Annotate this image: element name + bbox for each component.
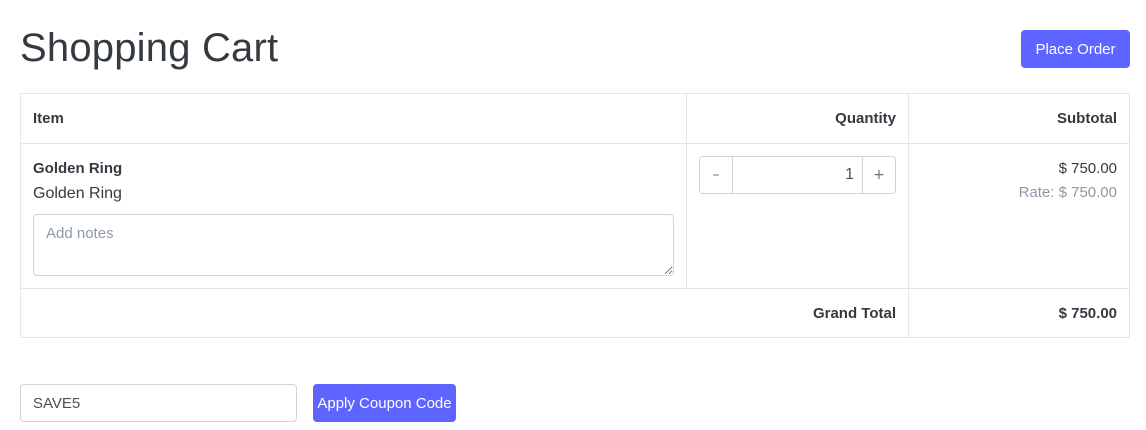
increment-button[interactable]: + [862, 157, 895, 193]
item-description: Golden Ring [33, 185, 122, 202]
cart-item-row: Golden Ring Golden Ring – + $ 750.00 Rat… [20, 143, 1130, 289]
place-order-button[interactable]: Place Order [1021, 30, 1130, 68]
item-notes-field[interactable] [33, 214, 674, 276]
quantity-stepper: – + [699, 156, 896, 194]
column-header-item: Item [20, 93, 687, 144]
cart-table: Item Quantity Subtotal Golden Ring Golde… [20, 93, 1130, 338]
item-title: Golden Ring [33, 160, 123, 177]
subtotal-cell: $ 750.00 Rate: $ 750.00 [908, 143, 1130, 289]
page-title: Shopping Cart [20, 26, 279, 70]
column-header-subtotal: Subtotal [908, 93, 1130, 144]
quantity-input[interactable] [733, 157, 862, 193]
grand-total-label: Grand Total [20, 288, 909, 338]
column-header-quantity: Quantity [686, 93, 909, 144]
apply-coupon-button[interactable]: Apply Coupon Code [313, 384, 456, 422]
quantity-cell: – + [686, 143, 909, 289]
decrement-button[interactable]: – [700, 157, 733, 193]
grand-total-row: Grand Total $ 750.00 [20, 288, 1130, 338]
grand-total-value: $ 750.00 [908, 288, 1130, 338]
item-rate: Rate: $ 750.00 [1018, 184, 1117, 201]
cart-header-row: Item Quantity Subtotal [20, 93, 1130, 144]
item-subtotal: $ 750.00 [1058, 160, 1117, 177]
item-cell: Golden Ring Golden Ring [20, 143, 687, 289]
coupon-code-input[interactable] [20, 384, 297, 422]
